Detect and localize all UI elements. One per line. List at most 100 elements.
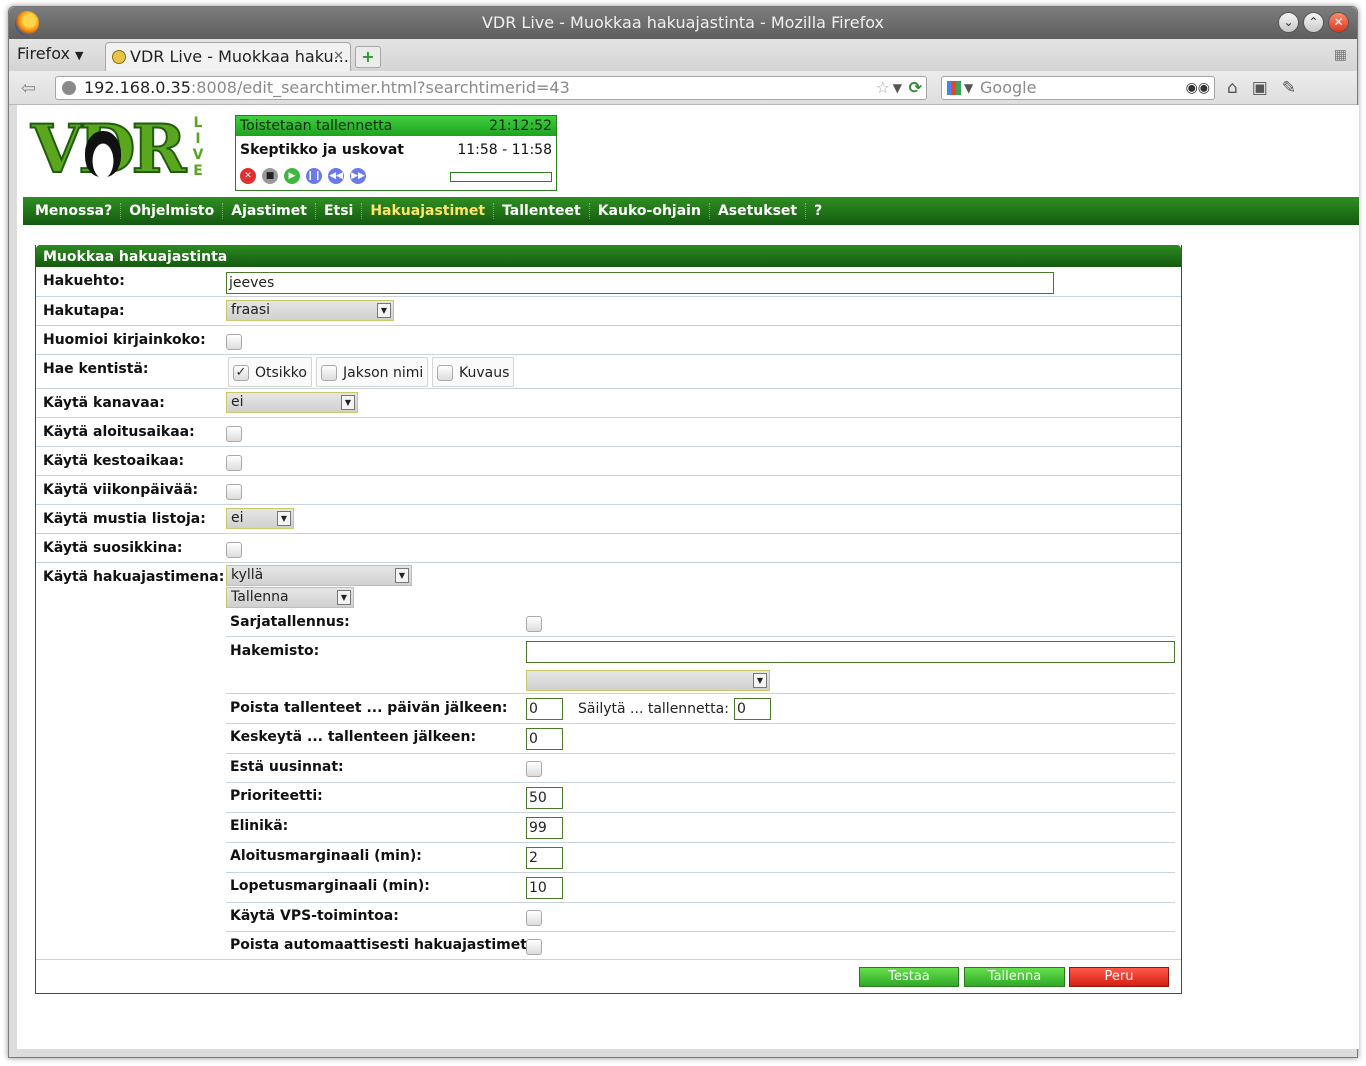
row-use-favorite: Käytä suosikkina: xyxy=(36,534,1181,563)
use-favorite-checkbox[interactable] xyxy=(226,542,242,558)
bookmark-star-icon[interactable]: ☆ xyxy=(876,77,890,99)
page-viewport: VDR LIVE Toistetaan tallennetta 21:12:52… xyxy=(17,105,1359,1049)
menu-item-ajastimet[interactable]: Ajastimet xyxy=(223,203,316,219)
series-checkbox[interactable] xyxy=(526,616,542,632)
row-match-case: Huomioi kirjainkoko: xyxy=(36,326,1181,355)
margin-stop-label: Lopetusmarginaali (min): xyxy=(230,878,430,894)
minimize-icon[interactable]: ⌄ xyxy=(1278,12,1299,33)
cancel-button[interactable]: Peru xyxy=(1069,967,1169,987)
use-weekday-label: Käytä viikonpäivää: xyxy=(43,482,199,498)
margin-start-input[interactable]: 2 xyxy=(526,847,563,869)
new-tab-button[interactable]: + xyxy=(355,46,381,68)
bookmarks-icon[interactable]: ▣ xyxy=(1252,78,1268,98)
test-button[interactable]: Testaa xyxy=(859,967,959,987)
subrow-series: Sarjatallennus: xyxy=(226,609,1175,637)
use-blacklist-select[interactable]: ei ▼ xyxy=(226,508,294,529)
url-path: :8008/edit_searchtimer.html?searchtimeri… xyxy=(190,78,570,97)
menu-item-hakuajastimet[interactable]: Hakuajastimet xyxy=(362,203,495,219)
binoculars-icon[interactable]: ◉◉ xyxy=(1186,77,1210,99)
search-input[interactable]: ▼ Google ◉◉ xyxy=(941,76,1215,100)
subrow-delete-after: Poista tallenteet ... päivän jälkeen: 0 … xyxy=(226,694,1175,724)
row-use-channel: Käytä kanavaa: ei ▼ xyxy=(36,389,1181,418)
dropdown-arrow-icon: ▼ xyxy=(341,395,355,410)
use-channel-select[interactable]: ei ▼ xyxy=(226,392,358,413)
search-in-title[interactable]: ✓ Otsikko xyxy=(228,357,312,387)
subrow-directory: Hakemisto: ▼ xyxy=(226,637,1175,694)
site-identity-icon[interactable] xyxy=(62,81,76,95)
pause-after-input[interactable]: 0 xyxy=(526,728,563,750)
play-icon[interactable]: ▶ xyxy=(284,168,300,184)
pause-after-label: Keskeytä ... tallenteen jälkeen: xyxy=(230,729,477,745)
google-icon[interactable] xyxy=(947,81,961,95)
use-as-timer-select[interactable]: kyllä ▼ xyxy=(226,565,412,586)
home-icon[interactable]: ⌂ xyxy=(1227,78,1238,98)
directory-label: Hakemisto: xyxy=(230,643,320,659)
title-bar: VDR Live - Muokkaa hakuajastinta - Mozil… xyxy=(9,7,1357,39)
search-in-description[interactable]: Kuvaus xyxy=(432,357,515,387)
search-in-label: Hae kentistä: xyxy=(43,361,149,377)
search-term-input[interactable]: jeeves xyxy=(226,272,1054,294)
rewind-icon[interactable]: ◀◀ xyxy=(328,168,344,184)
search-engine-dropdown-icon[interactable]: ▼ xyxy=(964,77,973,99)
row-use-blacklist: Käytä mustia listoja: ei ▼ xyxy=(36,505,1181,534)
save-button[interactable]: Tallenna xyxy=(964,967,1065,987)
use-start-checkbox[interactable] xyxy=(226,426,242,442)
keep-input[interactable]: 0 xyxy=(734,698,771,720)
search-in-title-checkbox[interactable]: ✓ xyxy=(233,365,249,381)
url-bar[interactable]: 192.168.0.35:8008/edit_searchtimer.html?… xyxy=(55,76,927,100)
fast-forward-icon[interactable]: ▶▶ xyxy=(350,168,366,184)
menu-item-asetukset[interactable]: Asetukset xyxy=(710,203,807,219)
tab-list-icon[interactable]: ▦ xyxy=(1334,47,1347,63)
tab-close-icon[interactable]: ✕ xyxy=(333,43,344,70)
search-in-episode-checkbox[interactable] xyxy=(321,365,337,381)
margin-stop-input[interactable]: 10 xyxy=(526,877,563,899)
use-weekday-checkbox[interactable] xyxy=(226,484,242,500)
use-start-label: Käytä aloitusaikaa: xyxy=(43,424,195,440)
tools-icon[interactable]: ✎ xyxy=(1282,78,1296,98)
lifetime-input[interactable]: 99 xyxy=(526,817,563,839)
menu-item-tallenteet[interactable]: Tallenteet xyxy=(494,203,590,219)
auto-delete-checkbox[interactable] xyxy=(526,939,542,955)
subrow-margin-stop: Lopetusmarginaali (min): 10 xyxy=(226,873,1175,903)
vps-checkbox[interactable] xyxy=(526,910,542,926)
now-playing-heading: Toistetaan tallennetta xyxy=(240,118,393,134)
delete-after-input[interactable]: 0 xyxy=(526,698,563,720)
firefox-menu-button[interactable]: Firefox ▼ xyxy=(17,44,84,63)
directory-select[interactable]: ▼ xyxy=(526,670,770,691)
avoid-repeats-checkbox[interactable] xyxy=(526,761,542,777)
search-mode-select[interactable]: fraasi ▼ xyxy=(226,300,394,321)
close-icon[interactable]: ✕ xyxy=(1328,12,1349,33)
now-playing-span: 11:58 - 11:58 xyxy=(457,142,552,158)
row-search-mode: Hakutapa: fraasi ▼ xyxy=(36,297,1181,326)
maximize-icon[interactable]: ⌃ xyxy=(1303,12,1324,33)
firefox-logo-icon xyxy=(15,11,39,35)
favicon-icon xyxy=(112,50,126,64)
lifetime-label: Elinikä: xyxy=(230,818,289,834)
reload-icon[interactable]: ⟳ xyxy=(909,77,922,99)
pause-icon[interactable]: ❙❙ xyxy=(306,168,322,184)
chevron-down-icon: ▼ xyxy=(75,49,84,62)
back-arrow-icon[interactable]: ⇦ xyxy=(21,78,36,99)
stop-icon[interactable]: ■ xyxy=(262,168,278,184)
directory-input[interactable] xyxy=(526,641,1175,663)
dropdown-arrow-icon: ▼ xyxy=(277,511,291,526)
search-in-episode[interactable]: Jakson nimi xyxy=(316,357,429,387)
url-history-dropdown-icon[interactable]: ▼ xyxy=(893,77,902,99)
menu-item-ohjelmisto[interactable]: Ohjelmisto xyxy=(121,203,224,219)
use-as-timer-label: Käytä hakuajastimena: xyxy=(43,569,225,585)
dropdown-arrow-icon: ▼ xyxy=(377,303,391,318)
match-case-checkbox[interactable] xyxy=(226,334,242,350)
subrow-priority: Prioriteetti: 50 xyxy=(226,783,1175,813)
browser-tab[interactable]: VDR Live - Muokkaa haku... ✕ xyxy=(105,42,351,71)
menu-item-help[interactable]: ? xyxy=(806,203,830,219)
menu-item-menossa[interactable]: Menossa? xyxy=(27,203,122,219)
stop-recording-icon[interactable]: ✕ xyxy=(240,168,256,184)
menu-item-kauko-ohjain[interactable]: Kauko-ohjain xyxy=(590,203,710,219)
row-use-start: Käytä aloitusaikaa: xyxy=(36,418,1181,447)
priority-input[interactable]: 50 xyxy=(526,787,563,809)
use-duration-checkbox[interactable] xyxy=(226,455,242,471)
search-in-description-checkbox[interactable] xyxy=(437,365,453,381)
timer-action-select[interactable]: Tallenna ▼ xyxy=(226,587,354,608)
subrow-pause-after: Keskeytä ... tallenteen jälkeen: 0 xyxy=(226,724,1175,754)
menu-item-etsi[interactable]: Etsi xyxy=(316,203,363,219)
